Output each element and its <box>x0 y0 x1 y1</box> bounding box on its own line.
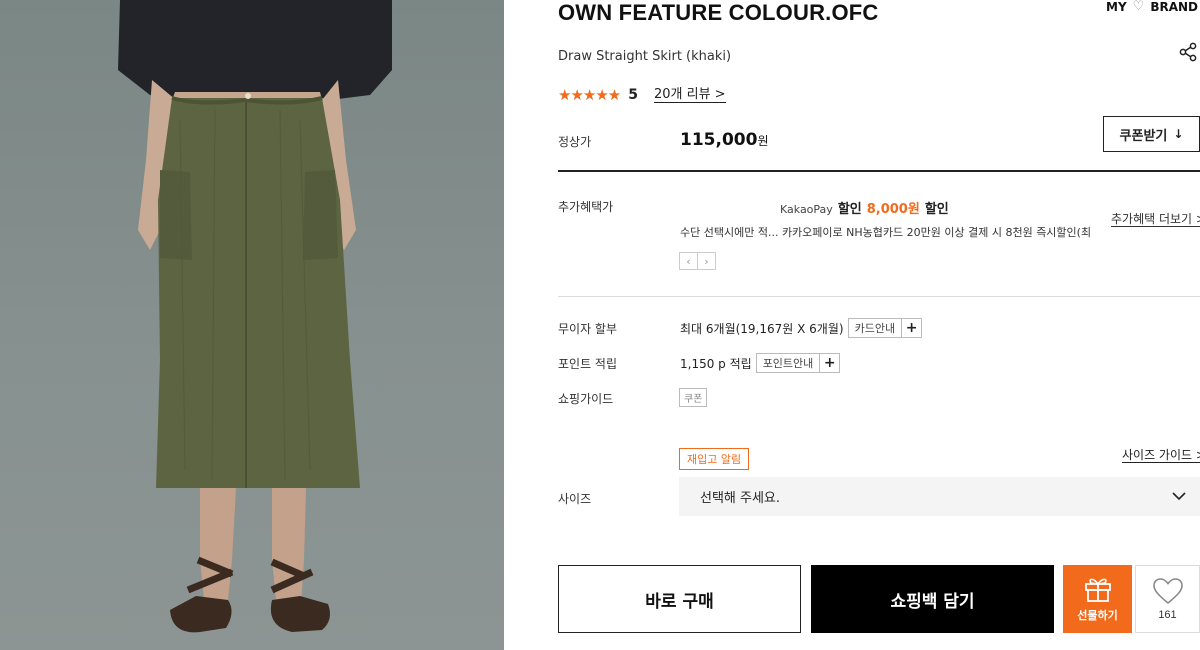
add-to-bag-button[interactable]: 쇼핑백 담기 <box>811 565 1054 633</box>
discount-amount: 8,000원 <box>866 202 920 217</box>
download-icon: ↓ <box>1173 127 1184 141</box>
discount-suffix: 할인 <box>924 202 949 217</box>
rating-row: ★★★★★ 5 20개 리뷰 > <box>558 86 726 104</box>
points-info-tag[interactable]: 포인트안내 <box>755 353 821 373</box>
size-label: 사이즈 <box>558 492 592 506</box>
card-info-plus[interactable]: + <box>902 318 923 338</box>
points-value: 1,150 p 적립 <box>680 356 752 371</box>
coupon-button[interactable]: 쿠폰받기 ↓ <box>1103 116 1200 152</box>
gift-label: 선물하기 <box>1077 609 1118 622</box>
points-label: 포인트 적립 <box>558 357 618 371</box>
more-benefits-link[interactable]: 추가혜택 더보기 > <box>1111 212 1200 227</box>
brand-title[interactable]: OWN FEATURE COLOUR.OFC <box>558 0 879 26</box>
discount-word: 할인 <box>837 202 862 217</box>
rating-score: 5 <box>628 87 638 103</box>
gift-icon <box>1084 578 1111 602</box>
next-button[interactable]: › <box>697 252 716 270</box>
buy-now-button[interactable]: 바로 구매 <box>558 565 801 633</box>
price-divider <box>558 170 1200 172</box>
product-photo <box>0 0 504 650</box>
product-image <box>118 0 392 633</box>
kakaopay-discount: KakaoPay 할인 8,000원 할인 <box>780 198 949 217</box>
size-select[interactable]: 선택해 주세요. <box>679 477 1200 516</box>
card-info-tag[interactable]: 카드안내 <box>847 318 903 338</box>
product-name: Draw Straight Skirt (khaki) <box>558 49 732 64</box>
benefit-label: 추가혜택가 <box>558 200 614 214</box>
restock-alert-button[interactable]: 재입고 알림 <box>679 448 750 470</box>
like-button[interactable]: 161 <box>1135 565 1200 633</box>
heart-icon[interactable]: ♡ <box>1133 0 1145 14</box>
my-link[interactable]: MY <box>1106 0 1127 14</box>
size-guide-link[interactable]: 사이즈 가이드 > <box>1122 448 1200 463</box>
size-select-placeholder: 선택해 주세요. <box>700 491 781 506</box>
price-amount: 115,000 <box>680 130 758 150</box>
coupon-label: 쿠폰받기 <box>1119 128 1168 144</box>
like-count: 161 <box>1158 608 1177 621</box>
top-nav: MY ♡ BRAND <box>1106 0 1198 14</box>
star-icon: ★★★★★ <box>558 86 621 104</box>
price-unit: 원 <box>757 134 769 148</box>
promo-text: 수단 선택시에만 적... 카카오페이로 NH농협카드 20만원 이상 결제 시… <box>680 226 1092 239</box>
coupon-guide-tag[interactable]: 쿠폰 <box>679 388 708 407</box>
points-info-plus[interactable]: + <box>820 353 841 373</box>
promo-pager: ‹ › <box>679 252 716 270</box>
installment-label: 무이자 할부 <box>558 322 618 336</box>
installment-row: 최대 6개월(19,167원 X 6개월) 카드안내 + <box>680 318 923 338</box>
review-link[interactable]: 20개 리뷰 > <box>654 87 726 103</box>
price-value: 115,000원 <box>680 130 768 150</box>
prev-button[interactable]: ‹ <box>679 252 698 270</box>
brand-link[interactable]: BRAND <box>1150 0 1198 14</box>
shopping-guide-label: 쇼핑가이드 <box>558 392 614 406</box>
installment-value: 최대 6개월(19,167원 X 6개월) <box>680 321 844 336</box>
kakaopay-logo: KakaoPay <box>780 203 833 216</box>
gift-button[interactable]: 선물하기 <box>1063 565 1132 633</box>
benefit-divider <box>558 296 1200 297</box>
points-row: 1,150 p 적립 포인트안내 + <box>680 353 841 373</box>
price-label: 정상가 <box>558 135 592 149</box>
chevron-down-icon <box>1172 492 1186 501</box>
share-icon[interactable] <box>1178 42 1198 62</box>
like-heart-icon <box>1152 577 1183 604</box>
